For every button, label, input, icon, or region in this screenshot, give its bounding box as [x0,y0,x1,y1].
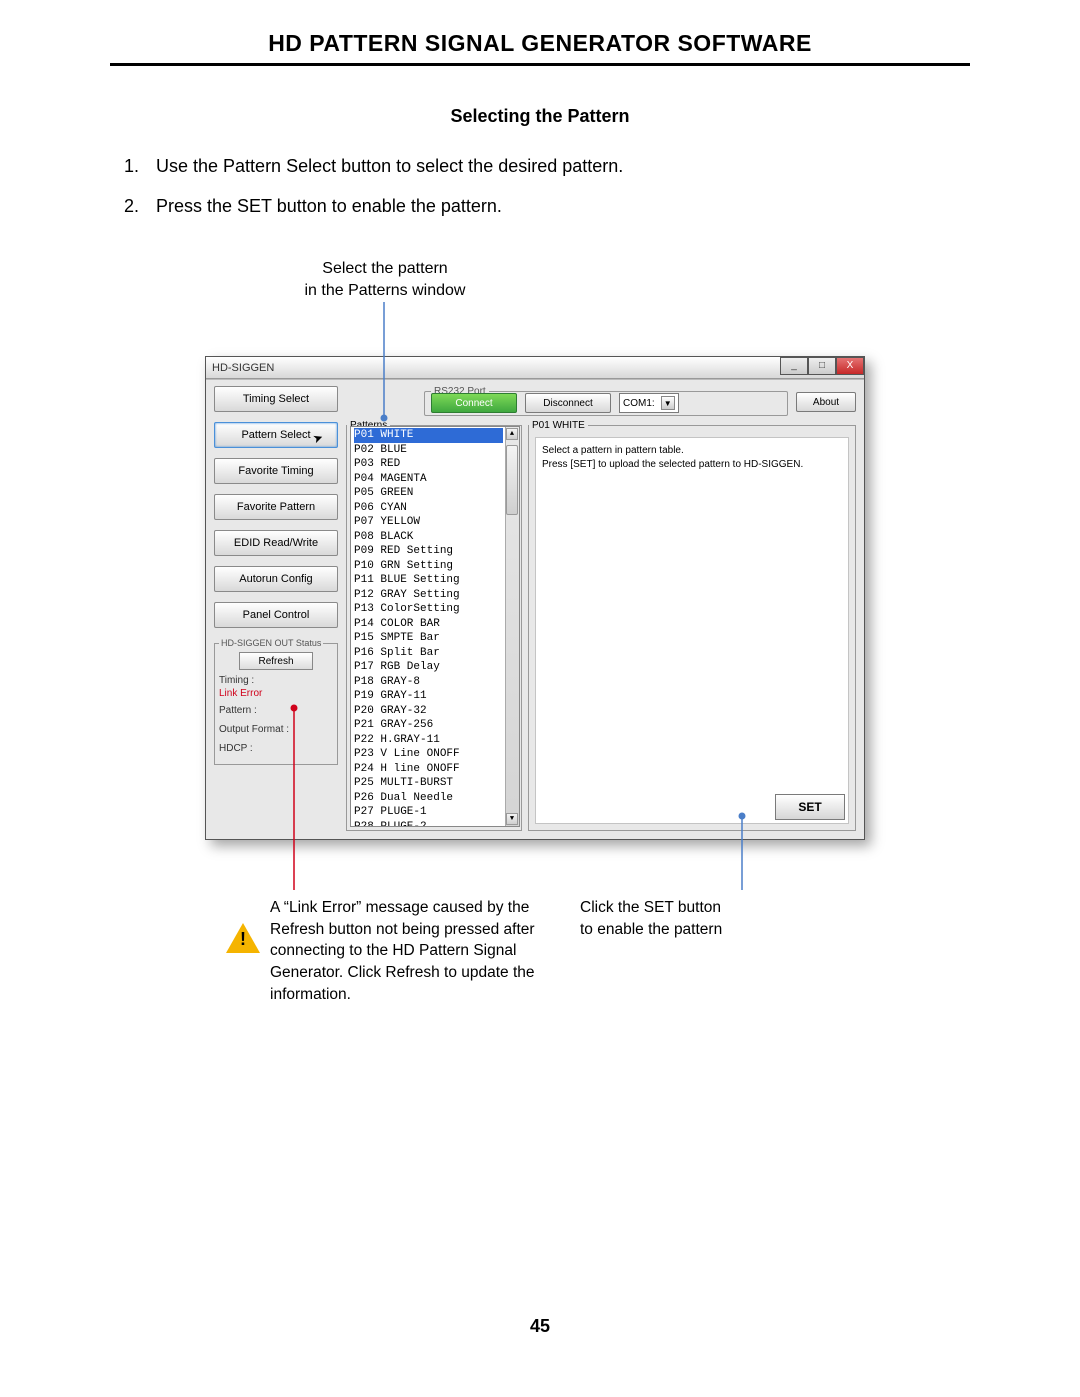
sidebar-favorite-pattern[interactable]: Favorite Pattern [214,494,338,520]
com-port-value: COM1: [623,398,655,409]
pattern-item[interactable]: P24 H line ONOFF [354,762,503,777]
status-output-format-label: Output Format : [219,724,333,735]
pattern-item[interactable]: P19 GRAY-11 [354,689,503,704]
detail-line: Press [SET] to upload the selected patte… [542,458,842,472]
sidebar: Timing Select Pattern Select ➤ Favorite … [214,386,338,765]
callout-top-line: Select the pattern [265,258,505,280]
pattern-item[interactable]: P18 GRAY-8 [354,675,503,690]
sidebar-pattern-select[interactable]: Pattern Select ➤ [214,422,338,448]
chevron-down-icon: ▼ [661,396,675,410]
detail-line: Select a pattern in pattern table. [542,444,842,458]
page-title: HD PATTERN SIGNAL GENERATOR SOFTWARE [110,30,970,57]
callout-line: Click the SET button [580,897,810,919]
callout-link-error: A “Link Error” message caused by the Ref… [270,897,555,1005]
status-timing-label: Timing : [219,675,333,686]
sidebar-favorite-timing[interactable]: Favorite Timing [214,458,338,484]
instruction-item: Use the Pattern Select button to select … [144,153,970,179]
pattern-item[interactable]: P21 GRAY-256 [354,718,503,733]
pattern-item[interactable]: P02 BLUE [354,443,503,458]
pattern-item[interactable]: P08 BLACK [354,530,503,545]
instruction-list: Use the Pattern Select button to select … [144,153,970,219]
pattern-item[interactable]: P12 GRAY Setting [354,588,503,603]
status-group: HD-SIGGEN OUT Status Refresh Timing : Li… [214,638,338,765]
pattern-item[interactable]: P16 Split Bar [354,646,503,661]
sidebar-edid-read-write[interactable]: EDID Read/Write [214,530,338,556]
sidebar-timing-select[interactable]: Timing Select [214,386,338,412]
pattern-item[interactable]: P04 MAGENTA [354,472,503,487]
sidebar-item-label: Pattern Select [241,429,310,441]
maximize-button[interactable]: □ [808,357,836,375]
pattern-item[interactable]: P25 MULTI-BURST [354,776,503,791]
scroll-thumb[interactable] [506,445,518,515]
sidebar-panel-control[interactable]: Panel Control [214,602,338,628]
pattern-item[interactable]: P14 COLOR BAR [354,617,503,632]
pattern-detail-legend: P01 WHITE [529,420,588,431]
pattern-detail-text: Select a pattern in pattern table. Press… [535,437,849,824]
pattern-item[interactable]: P03 RED [354,457,503,472]
callout-top: Select the pattern in the Patterns windo… [265,258,505,301]
close-button[interactable]: X [836,357,864,375]
pattern-item[interactable]: P06 CYAN [354,501,503,516]
minimize-button[interactable]: _ [780,357,808,375]
title-rule [110,63,970,66]
pattern-item[interactable]: P11 BLUE Setting [354,573,503,588]
pattern-item[interactable]: P27 PLUGE-1 [354,805,503,820]
callout-set-button: Click the SET button to enable the patte… [580,897,810,940]
titlebar: HD-SIGGEN _ □ X [206,357,864,379]
pattern-item[interactable]: P20 GRAY-32 [354,704,503,719]
status-pattern-label: Pattern : [219,705,333,716]
refresh-button[interactable]: Refresh [239,652,313,670]
callout-top-line: in the Patterns window [265,280,505,302]
pattern-item[interactable]: P13 ColorSetting [354,602,503,617]
window-title: HD-SIGGEN [212,362,274,374]
cursor-icon: ➤ [311,430,325,447]
pattern-detail-group: P01 WHITE Select a pattern in pattern ta… [528,420,856,831]
page-number: 45 [0,1316,1080,1337]
scroll-down-icon[interactable]: ▼ [506,813,518,825]
instruction-item: Press the SET button to enable the patte… [144,193,970,219]
disconnect-button[interactable]: Disconnect [525,393,611,413]
pattern-item[interactable]: P26 Dual Needle [354,791,503,806]
pattern-item[interactable]: P15 SMPTE Bar [354,631,503,646]
pattern-item[interactable]: P07 YELLOW [354,515,503,530]
status-legend: HD-SIGGEN OUT Status [219,638,323,648]
section-title: Selecting the Pattern [110,106,970,127]
pattern-item[interactable]: P01 WHITE [354,428,503,443]
scroll-up-icon[interactable]: ▲ [506,428,518,440]
pattern-item[interactable]: P23 V Line ONOFF [354,747,503,762]
connect-button[interactable]: Connect [431,393,517,413]
pattern-item[interactable]: P09 RED Setting [354,544,503,559]
callout-line: to enable the pattern [580,919,810,941]
scrollbar[interactable]: ▲ ▼ [505,427,519,826]
about-button[interactable]: About [796,392,856,412]
pattern-item[interactable]: P28 PLUGE-2 [354,820,503,828]
sidebar-autorun-config[interactable]: Autorun Config [214,566,338,592]
pattern-item[interactable]: P17 RGB Delay [354,660,503,675]
rs232-port-group: RS232 Port Connect Disconnect COM1: ▼ [424,386,788,416]
status-link-error: Link Error [219,688,333,699]
pattern-item[interactable]: P05 GREEN [354,486,503,501]
status-hdcp-label: HDCP : [219,743,333,754]
pattern-item[interactable]: P22 H.GRAY-11 [354,733,503,748]
patterns-group: Patterns P01 WHITEP02 BLUEP03 REDP04 MAG… [346,420,522,831]
warning-icon: ! [226,923,260,953]
app-window: HD-SIGGEN _ □ X RS232 Port Connect Disco… [205,356,865,840]
pattern-item[interactable]: P10 GRN Setting [354,559,503,574]
set-button[interactable]: SET [775,794,845,820]
patterns-listbox[interactable]: P01 WHITEP02 BLUEP03 REDP04 MAGENTAP05 G… [350,426,520,827]
com-port-select[interactable]: COM1: ▼ [619,393,679,413]
